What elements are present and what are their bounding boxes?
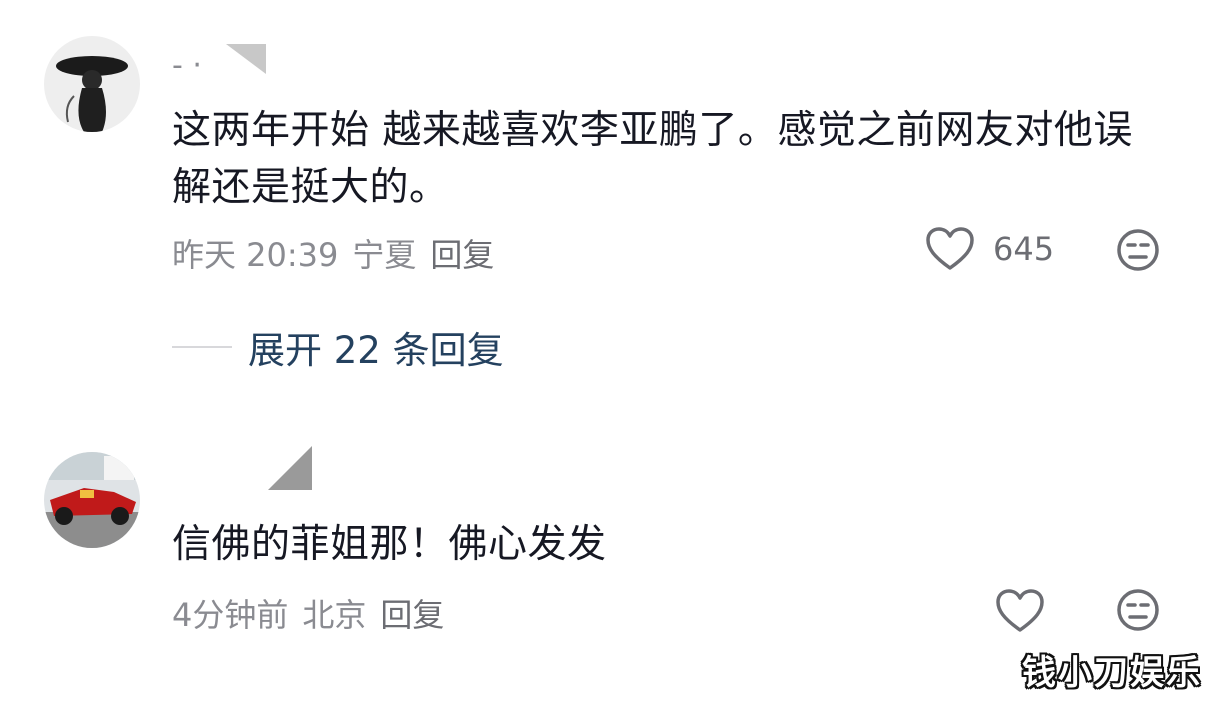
comment-meta: 4分钟前 北京 回复 (172, 590, 444, 636)
reply-button[interactable]: 回复 (430, 236, 494, 274)
comment-text: 这两年开始 越来越喜欢李亚鹏了。感觉之前网友对他误解还是挺大的。 (172, 108, 1133, 210)
mosaic-triangle (226, 44, 266, 74)
dislike-button[interactable] (1116, 228, 1160, 272)
expand-replies-label: 展开 22 条回复 (248, 329, 504, 372)
avatar[interactable] (44, 452, 140, 548)
mosaic-triangle (268, 446, 312, 490)
dislike-button[interactable] (1116, 588, 1160, 632)
comment-location: 宁夏 (352, 236, 417, 274)
comment-time: 4分钟前 (172, 596, 289, 634)
expand-replies-button[interactable]: 展开 22 条回复 (172, 320, 504, 374)
like-count: 645 (993, 230, 1055, 268)
heart-icon (996, 589, 1044, 632)
heart-icon (926, 227, 974, 270)
silhouette-avatar-icon (44, 36, 140, 132)
username[interactable]: - · (172, 48, 202, 83)
avatar[interactable] (44, 36, 140, 132)
like-button[interactable] (995, 588, 1045, 634)
divider-line (172, 346, 232, 348)
comment-location: 北京 (302, 596, 367, 634)
neutral-face-icon (1117, 589, 1159, 631)
race-car-avatar-icon (44, 452, 140, 548)
like-button[interactable]: 645 (925, 226, 1054, 272)
comment-meta: 昨天 20:39 宁夏 回复 (172, 230, 494, 276)
reply-button[interactable]: 回复 (380, 596, 444, 634)
watermark: 钱小刀娱乐 (1022, 653, 1202, 693)
comment-time: 昨天 20:39 (172, 236, 339, 274)
comment-text: 信佛的菲姐那！佛心发发 (172, 522, 607, 567)
neutral-face-icon (1117, 229, 1159, 271)
